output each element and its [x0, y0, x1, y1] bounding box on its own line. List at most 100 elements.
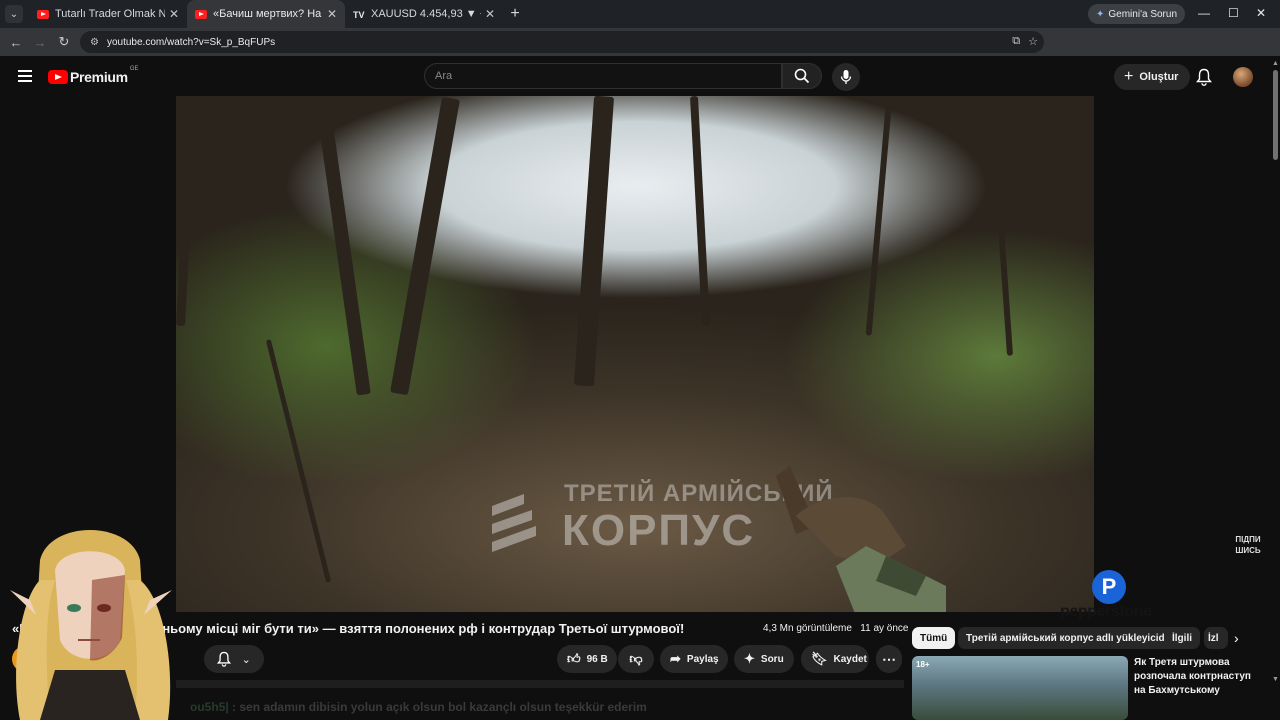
gemini-button[interactable]: ✦ Gemini'a Sorun	[1088, 4, 1185, 24]
streamer-avatar-overlay	[10, 530, 172, 720]
chevron-down-icon: ⌄	[241, 653, 251, 666]
upload-age: 11 ay önce	[860, 623, 909, 634]
chip-all[interactable]: Tümü	[912, 627, 956, 649]
minimize-button[interactable]: —	[1198, 6, 1210, 20]
search-placeholder: Ara	[435, 70, 453, 82]
scroll-up-icon[interactable]: ▲	[1272, 60, 1279, 67]
chat-message: : sen adamın dibisin yolun açık olsun bo…	[232, 700, 647, 714]
browser-toolbar: ← → ↻ ⚙ youtube.com/watch?v=Sk_p_BqFUPs …	[0, 28, 1280, 75]
recommendation-title[interactable]: Як Третя штурмова розпочала контрнаступ …	[1134, 656, 1264, 698]
like-count: 96 B	[586, 653, 608, 665]
close-tab-icon[interactable]: ✕	[169, 7, 179, 21]
notifications-bell-icon[interactable]	[1196, 68, 1212, 86]
save-button[interactable]: 🔖︎ Kaydet	[801, 645, 869, 673]
thumbs-down-icon: 👎︎	[629, 651, 643, 666]
more-dots-icon: ⋯	[882, 650, 896, 667]
maximize-button[interactable]: ☐	[1228, 6, 1239, 20]
scroll-down-icon[interactable]: ▼	[1272, 676, 1279, 683]
logo-country: GE	[129, 66, 139, 72]
browser-tab-3[interactable]: TV XAUUSD 4.454,93 ▼ −3,19% A ✕	[345, 0, 503, 28]
create-label: Oluştur	[1139, 71, 1179, 83]
back-icon[interactable]: ←	[4, 35, 28, 50]
comment-overlay-bar	[176, 680, 904, 688]
tree-trunk	[573, 96, 615, 387]
chip-related[interactable]: İlgili	[1164, 627, 1200, 649]
video-meta: 4,3 Mn görüntüleme 11 ay önce	[763, 623, 908, 634]
chat-overlay: ou5h5| : sen adamın dibisin yolun açık o…	[190, 700, 647, 714]
share-button[interactable]: ➦ Paylaş	[660, 645, 728, 673]
scrollbar-thumb[interactable]	[1273, 70, 1278, 160]
search-icon	[794, 68, 810, 84]
tree-trunk	[988, 96, 1014, 356]
sponsor-text: pepperstone	[1060, 603, 1152, 620]
chip-from-uploader[interactable]: Третій армійський корпус adlı yükleyicid…	[958, 627, 1185, 649]
recommendation-thumbnail[interactable]: 18+	[912, 656, 1128, 720]
youtube-icon	[195, 9, 207, 19]
close-tab-icon[interactable]: ✕	[327, 7, 337, 21]
url-text: youtube.com/watch?v=Sk_p_BqFUPs	[106, 36, 276, 48]
close-tab-icon[interactable]: ✕	[485, 7, 495, 21]
video-player[interactable]: ТРЕТІЙ АРМІЙСЬКИЙ КОРПУС	[176, 96, 1094, 612]
dislike-button[interactable]: 👎︎	[618, 645, 654, 673]
age-badge: 18+	[916, 660, 930, 669]
chat-user: ou5h5|	[190, 700, 229, 714]
gloved-hand-image	[776, 466, 946, 612]
tree-trunk	[176, 96, 198, 327]
account-avatar[interactable]	[1233, 67, 1253, 87]
youtube-logo[interactable]: Premium GE	[48, 66, 139, 85]
tree-trunk	[265, 339, 332, 583]
ask-label: Soru	[760, 653, 784, 665]
page-scrollbar[interactable]: ▲ ▼	[1270, 56, 1280, 720]
new-tab-button[interactable]: +	[503, 5, 527, 23]
more-actions-button[interactable]: ⋯	[876, 645, 902, 673]
tab-search-button[interactable]: ⌄	[5, 5, 23, 23]
logo-text: Premium	[70, 69, 128, 85]
forward-icon[interactable]: →	[28, 35, 52, 50]
youtube-icon	[37, 9, 49, 19]
view-count: 4,3 Mn görüntüleme	[763, 623, 852, 634]
tradingview-icon: TV	[353, 9, 365, 20]
tree-trunk	[865, 96, 893, 336]
menu-icon[interactable]	[18, 70, 32, 82]
search-button[interactable]	[782, 63, 822, 89]
tab-title: «Бачиш мертвих? На їхньому м	[213, 8, 323, 20]
create-button[interactable]: + Oluştur	[1114, 64, 1191, 90]
bookmark-star-icon[interactable]: ☆	[1028, 35, 1038, 48]
tab-title: XAUUSD 4.454,93 ▼ −3,19% A	[371, 8, 481, 20]
browser-tab-2[interactable]: «Бачиш мертвих? На їхньому м ✕	[187, 0, 345, 28]
watermark-line2: КОРПУС	[562, 506, 756, 555]
youtube-play-icon	[48, 70, 68, 84]
like-button[interactable]: 👍︎ 96 B	[557, 645, 617, 673]
reload-icon[interactable]: ↻	[52, 34, 76, 50]
share-arrow-icon: ➦	[670, 651, 681, 666]
subscribe-badge[interactable]: ПІДПИ ШИСЬ	[1234, 534, 1262, 558]
youtube-header: Premium GE Ara + Oluştur	[0, 56, 1280, 96]
bookmark-icon: 🔖︎	[811, 651, 828, 666]
subscription-bell-button[interactable]: ⌄	[204, 645, 264, 673]
thumbs-up-icon: 👍︎	[567, 651, 581, 666]
tree-trunk	[315, 96, 371, 396]
microphone-icon	[840, 70, 852, 84]
chip-watched[interactable]: İzl	[1204, 627, 1228, 649]
pepperstone-logo-icon: P	[1092, 570, 1126, 604]
corps-watermark-logo	[492, 494, 536, 552]
tab-title: Tutarlı Trader Olmak Nedir ? Dü	[55, 8, 165, 20]
share-label: Paylaş	[686, 653, 719, 665]
ask-button[interactable]: ✦ Soru	[734, 645, 794, 673]
browser-tabstrip: ⌄ Tutarlı Trader Olmak Nedir ? Dü ✕ «Бач…	[0, 0, 1280, 28]
tree-trunk	[390, 96, 460, 396]
save-label: Kaydet	[833, 653, 867, 665]
tree-trunk	[689, 96, 711, 327]
sparkle-icon: ✦	[744, 651, 755, 666]
gemini-icon: ✦	[1096, 8, 1105, 20]
gemini-label: Gemini'a Sorun	[1108, 8, 1177, 20]
close-window-button[interactable]: ✕	[1256, 6, 1266, 20]
bell-icon	[217, 651, 232, 667]
site-info-icon[interactable]: ⚙	[90, 37, 99, 48]
search-input[interactable]: Ara	[424, 63, 782, 89]
address-bar[interactable]: ⚙ youtube.com/watch?v=Sk_p_BqFUPs ⧉ ☆	[80, 31, 1044, 53]
voice-search-button[interactable]	[832, 63, 860, 91]
chevron-right-icon[interactable]: ›	[1234, 630, 1239, 646]
browser-tab-1[interactable]: Tutarlı Trader Olmak Nedir ? Dü ✕	[29, 0, 187, 28]
cast-icon[interactable]: ⧉	[1012, 35, 1020, 48]
